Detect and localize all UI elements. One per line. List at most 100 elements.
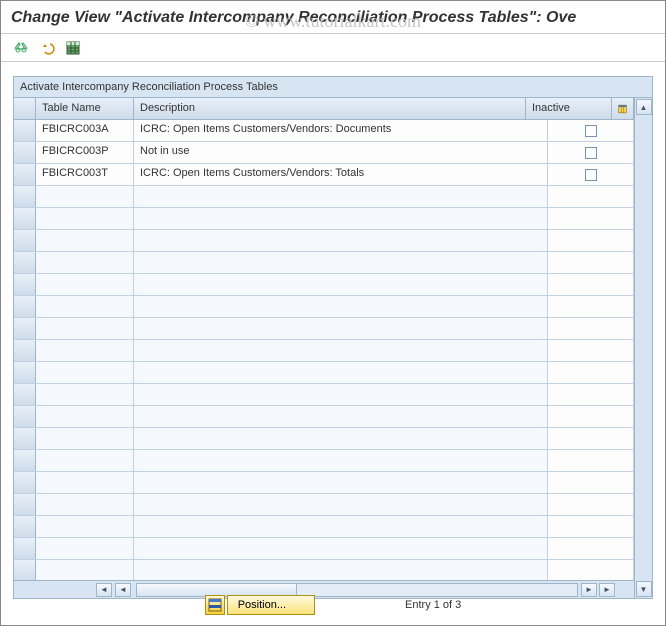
cell-inactive	[548, 296, 634, 317]
row-selector[interactable]	[14, 208, 36, 229]
cell-inactive	[548, 362, 634, 383]
row-selector[interactable]	[14, 560, 36, 580]
table-row	[14, 362, 634, 384]
panel-title: Activate Intercompany Reconciliation Pro…	[14, 77, 652, 98]
row-selector[interactable]	[14, 516, 36, 537]
toolbar	[1, 34, 665, 62]
cell-inactive[interactable]	[548, 164, 634, 185]
column-header-inactive[interactable]: Inactive	[526, 98, 612, 119]
row-selector[interactable]	[14, 164, 36, 185]
cell-description	[134, 318, 548, 339]
cell-inactive	[548, 318, 634, 339]
other-view-button[interactable]	[11, 38, 31, 58]
inactive-checkbox[interactable]	[585, 125, 597, 137]
cell-inactive[interactable]	[548, 120, 634, 141]
position-icon	[208, 598, 222, 612]
cell-table-name	[36, 516, 134, 537]
glasses-icon	[13, 40, 29, 56]
cell-description[interactable]: ICRC: Open Items Customers/Vendors: Tota…	[134, 164, 548, 185]
select-all-button[interactable]	[63, 38, 83, 58]
vertical-scrollbar[interactable]: ▲ ▼	[634, 98, 652, 598]
row-selector[interactable]	[14, 274, 36, 295]
cell-table-name	[36, 296, 134, 317]
cell-inactive	[548, 340, 634, 361]
row-selector[interactable]	[14, 252, 36, 273]
table-row	[14, 494, 634, 516]
cell-inactive	[548, 406, 634, 427]
table-row[interactable]: FBICRC003PNot in use	[14, 142, 634, 164]
table-row	[14, 538, 634, 560]
cell-description	[134, 450, 548, 471]
cell-description	[134, 516, 548, 537]
cell-table-name	[36, 252, 134, 273]
cell-table-name	[36, 494, 134, 515]
cell-description	[134, 538, 548, 559]
table-row[interactable]: FBICRC003TICRC: Open Items Customers/Ven…	[14, 164, 634, 186]
table-select-icon	[65, 40, 81, 56]
row-selector[interactable]	[14, 318, 36, 339]
table-row	[14, 208, 634, 230]
row-selector[interactable]	[14, 494, 36, 515]
cell-description	[134, 384, 548, 405]
cell-description	[134, 296, 548, 317]
cell-description[interactable]: ICRC: Open Items Customers/Vendors: Docu…	[134, 120, 548, 141]
column-header-table-name[interactable]: Table Name	[36, 98, 134, 119]
scroll-up-button[interactable]: ▲	[636, 99, 652, 115]
row-selector[interactable]	[14, 120, 36, 141]
cell-inactive	[548, 538, 634, 559]
inactive-checkbox[interactable]	[585, 169, 597, 181]
cell-description	[134, 362, 548, 383]
cell-inactive	[548, 384, 634, 405]
row-selector[interactable]	[14, 428, 36, 449]
row-selector[interactable]	[14, 362, 36, 383]
cell-description	[134, 340, 548, 361]
cell-table-name	[36, 230, 134, 251]
cell-description	[134, 494, 548, 515]
cell-description[interactable]: Not in use	[134, 142, 548, 163]
cell-description	[134, 406, 548, 427]
cell-inactive[interactable]	[548, 142, 634, 163]
table-row	[14, 252, 634, 274]
column-header-description[interactable]: Description	[134, 98, 526, 119]
column-row-selector[interactable]	[14, 98, 36, 119]
row-selector[interactable]	[14, 406, 36, 427]
inactive-checkbox[interactable]	[585, 147, 597, 159]
row-selector[interactable]	[14, 186, 36, 207]
cell-inactive	[548, 208, 634, 229]
cell-table-name	[36, 274, 134, 295]
entry-counter: Entry 1 of 3	[405, 599, 461, 611]
row-selector[interactable]	[14, 472, 36, 493]
cell-description	[134, 472, 548, 493]
cell-inactive	[548, 560, 634, 580]
undo-button[interactable]	[37, 38, 57, 58]
content-area: Activate Intercompany Reconciliation Pro…	[1, 62, 665, 603]
row-selector[interactable]	[14, 384, 36, 405]
row-selector[interactable]	[14, 230, 36, 251]
undo-icon	[39, 40, 55, 56]
row-selector[interactable]	[14, 142, 36, 163]
configure-columns-button[interactable]	[612, 98, 634, 119]
row-selector[interactable]	[14, 340, 36, 361]
row-selector[interactable]	[14, 450, 36, 471]
cell-table-name	[36, 340, 134, 361]
v-scroll-track[interactable]	[636, 116, 652, 580]
table-row[interactable]: FBICRC003AICRC: Open Items Customers/Ven…	[14, 120, 634, 142]
footer: Position... Entry 1 of 3	[1, 591, 665, 619]
cell-inactive	[548, 186, 634, 207]
cell-inactive	[548, 428, 634, 449]
position-button[interactable]: Position...	[227, 595, 315, 615]
table-row	[14, 230, 634, 252]
position-icon-button[interactable]	[205, 595, 225, 615]
cell-table-name	[36, 428, 134, 449]
row-selector[interactable]	[14, 538, 36, 559]
cell-table-name	[36, 406, 134, 427]
table-row	[14, 516, 634, 538]
cell-table-name	[36, 384, 134, 405]
table-settings-icon	[618, 102, 627, 116]
table-row	[14, 296, 634, 318]
grid-header: Table Name Description Inactive	[14, 98, 634, 120]
cell-table-name[interactable]: FBICRC003P	[36, 142, 134, 163]
cell-table-name[interactable]: FBICRC003A	[36, 120, 134, 141]
row-selector[interactable]	[14, 296, 36, 317]
cell-table-name[interactable]: FBICRC003T	[36, 164, 134, 185]
